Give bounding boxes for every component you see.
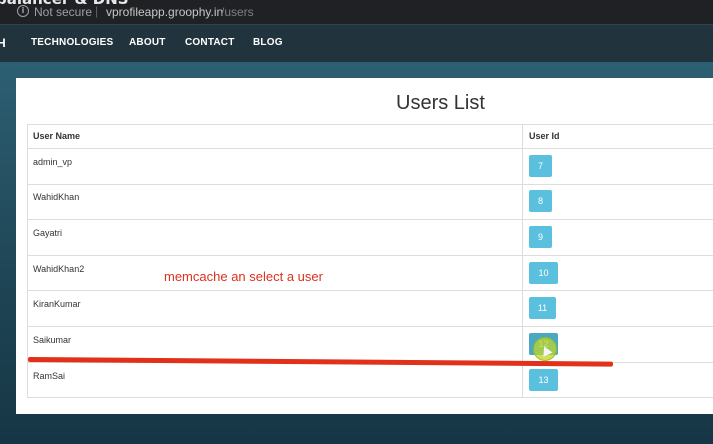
nav-blog[interactable]: BLOG — [253, 37, 283, 48]
user-id-badge[interactable]: 8 — [529, 190, 552, 212]
site-navbar: H TECHNOLOGIES ABOUT CONTACT BLOG — [0, 24, 713, 62]
browser-address-bar: balancer & DNS i Not secure | vprofileap… — [0, 0, 713, 24]
user-name-cell: Gayatri — [33, 228, 63, 238]
row-divider — [27, 326, 713, 327]
url-host[interactable]: vprofileapp.groophy.in — [106, 5, 223, 19]
annotation-text: memcache an select a user — [164, 269, 323, 284]
table-header-divider — [27, 148, 713, 149]
row-divider — [27, 184, 713, 185]
user-id-badge[interactable]: 7 — [529, 155, 552, 177]
table-border-top — [27, 124, 713, 125]
row-divider — [27, 255, 713, 256]
nav-technologies[interactable]: TECHNOLOGIES — [31, 37, 113, 48]
user-name-cell: WahidKhan2 — [33, 264, 85, 274]
nav-contact[interactable]: CONTACT — [185, 37, 235, 48]
security-label[interactable]: Not secure — [34, 5, 92, 19]
user-id-badge[interactable]: 10 — [529, 262, 558, 284]
user-name-cell: WahidKhan — [33, 192, 80, 202]
row-divider — [27, 219, 713, 220]
page-title: Users List — [396, 92, 485, 114]
user-id-badge[interactable]: 9 — [529, 226, 552, 248]
column-divider — [522, 124, 523, 398]
user-name-cell: KiranKumar — [33, 299, 81, 309]
user-name-cell: Saikumar — [33, 335, 72, 345]
column-header-user-id: User Id — [529, 131, 560, 141]
url-separator: | — [95, 4, 99, 18]
user-name-cell: RamSai — [33, 371, 66, 381]
info-icon[interactable]: i — [17, 5, 29, 17]
nav-about[interactable]: ABOUT — [129, 37, 166, 48]
column-header-user-name: User Name — [33, 131, 81, 141]
row-divider — [27, 290, 713, 291]
user-id-badge[interactable]: 13 — [529, 369, 558, 391]
brand-fragment[interactable]: H — [0, 36, 6, 50]
url-path[interactable]: /users — [221, 5, 254, 19]
user-id-badge[interactable]: 11 — [529, 297, 556, 319]
user-name-cell: admin_vp — [33, 157, 73, 167]
table-border-bottom — [27, 397, 713, 398]
